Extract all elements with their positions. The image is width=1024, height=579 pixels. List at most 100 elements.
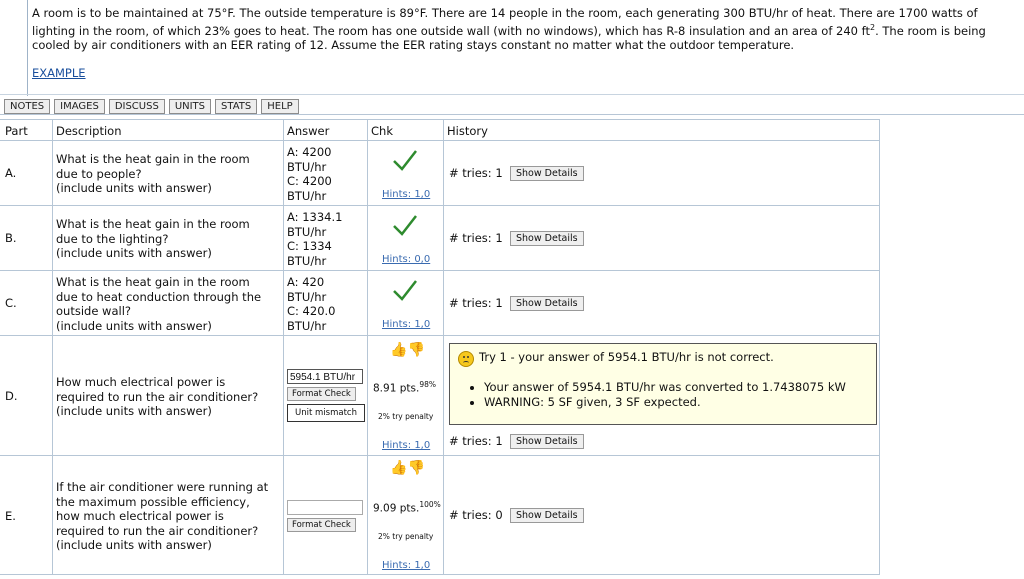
tries-count: # tries: 1 [449, 434, 503, 448]
table-border [367, 119, 368, 574]
part-label: E. [5, 509, 16, 523]
checkmark-icon [393, 215, 417, 236]
show-details-button[interactable]: Show Details [510, 434, 584, 449]
table-border [0, 205, 880, 206]
tab-divider [0, 114, 1024, 115]
format-check-button[interactable]: Format Check [287, 518, 356, 532]
problem-text-1: A room is to be maintained at 75°F. The … [32, 6, 978, 38]
answer-line: BTU/hr [287, 318, 327, 333]
feedback-title: Try 1 - your answer of 5954.1 BTU/hr is … [479, 350, 774, 364]
table-border [0, 455, 880, 456]
table-border [0, 119, 880, 120]
description-line: (include units with answer) [56, 181, 212, 195]
show-details-button[interactable]: Show Details [510, 231, 584, 246]
description-line: how much electrical power is [56, 509, 224, 523]
tries-count: # tries: 1 [449, 166, 503, 180]
description-line: due to heat conduction through the [56, 289, 262, 304]
tab-bar: NOTES IMAGES DISCUSS UNITS STATS HELP [4, 99, 299, 114]
header-history: History [447, 124, 488, 138]
rating-icons: 👍👎 [390, 460, 425, 476]
header-answer: Answer [287, 124, 330, 138]
feedback-box: Try 1 - your answer of 5954.1 BTU/hr is … [449, 343, 877, 425]
show-details-button[interactable]: Show Details [510, 166, 584, 181]
answer-input[interactable] [287, 500, 363, 515]
question-description: How much electrical power is required to… [56, 375, 280, 419]
hints-link[interactable]: Hints: 1,0 [382, 560, 430, 571]
feedback-item: Your answer of 5954.1 BTU/hr was convert… [484, 380, 846, 395]
try-penalty: 2% try penalty [378, 532, 434, 541]
answer-line: A: 4200 [287, 145, 332, 159]
header-description: Description [56, 124, 122, 138]
description-line: outside wall? [56, 304, 131, 318]
unit-mismatch-message: Unit mismatch [287, 404, 365, 422]
answer-line: BTU/hr [287, 289, 327, 304]
feedback-list: Your answer of 5954.1 BTU/hr was convert… [468, 380, 846, 410]
answer-line: C: 420.0 [287, 304, 336, 318]
points-value: 9.09 pts.100% [373, 500, 441, 515]
problem-statement: A room is to be maintained at 75°F. The … [32, 6, 1022, 52]
hints-link[interactable]: Hints: 1,0 [382, 440, 430, 451]
description-line: How much electrical power is [56, 375, 226, 389]
thumbs-up-icon[interactable]: 👍 [390, 342, 407, 358]
thumbs-down-icon[interactable]: 👎 [407, 342, 424, 358]
show-details-button[interactable]: Show Details [510, 508, 584, 523]
submitted-answer: A: 1334.1 BTU/hr C: 1334 BTU/hr [287, 210, 367, 268]
header-part: Part [5, 124, 28, 138]
tab-images[interactable]: IMAGES [54, 99, 105, 114]
points-value: 8.91 pts.98% [373, 380, 436, 395]
tries-count: # tries: 1 [449, 296, 503, 310]
description-line: (include units with answer) [56, 318, 212, 333]
answer-line: BTU/hr [287, 224, 327, 239]
table-border [0, 140, 880, 141]
points-text: 9.09 pts. [373, 502, 420, 515]
answer-line: C: 1334 [287, 239, 332, 253]
feedback-item: WARNING: 5 SF given, 3 SF expected. [484, 395, 846, 410]
description-line: What is the heat gain in the room [56, 275, 250, 289]
tab-help[interactable]: HELP [261, 99, 299, 114]
tab-stats[interactable]: STATS [215, 99, 258, 114]
table-border [0, 270, 880, 271]
question-description: If the air conditioner were running at t… [56, 480, 280, 553]
question-description: What is the heat gain in the room due to… [56, 217, 280, 261]
tab-notes[interactable]: NOTES [4, 99, 51, 114]
table-border [0, 574, 880, 575]
try-penalty: 2% try penalty [378, 412, 434, 421]
submitted-answer: A: 4200 BTU/hr C: 4200 BTU/hr [287, 145, 367, 203]
example-link[interactable]: EXAMPLE [32, 66, 86, 80]
format-check-button[interactable]: Format Check [287, 387, 356, 401]
answer-line: BTU/hr [287, 188, 327, 203]
checkmark-icon [393, 280, 417, 301]
part-label: A. [5, 166, 17, 180]
description-line: the maximum possible efficiency, [56, 494, 250, 509]
part-label: D. [5, 389, 18, 403]
sad-face-icon [458, 351, 474, 367]
answer-line: BTU/hr [287, 159, 327, 174]
tab-discuss[interactable]: DISCUSS [108, 99, 165, 114]
description-line: (include units with answer) [56, 246, 212, 260]
answer-input[interactable]: 5954.1 BTU/hr [287, 369, 363, 384]
table-border [283, 119, 284, 574]
table-border [0, 335, 880, 336]
header-chk: Chk [371, 124, 393, 138]
answer-line: BTU/hr [287, 253, 327, 268]
show-details-button[interactable]: Show Details [510, 296, 584, 311]
description-line: (include units with answer) [56, 538, 212, 552]
checkmark-icon [393, 150, 417, 171]
answer-line: A: 420 [287, 275, 325, 289]
tab-units[interactable]: UNITS [168, 99, 212, 114]
part-label: B. [5, 231, 17, 245]
table-border [443, 119, 444, 574]
submitted-answer: A: 420 BTU/hr C: 420.0 BTU/hr [287, 275, 367, 333]
thumbs-down-icon[interactable]: 👎 [407, 460, 424, 476]
table-border [879, 119, 880, 574]
table-border [52, 119, 53, 574]
rating-icons: 👍👎 [390, 342, 425, 358]
tries-count: # tries: 0 [449, 508, 503, 522]
hints-link[interactable]: Hints: 0,0 [382, 254, 430, 265]
points-percent: 98% [419, 380, 436, 389]
question-description: What is the heat gain in the room due to… [56, 275, 280, 333]
hints-link[interactable]: Hints: 1,0 [382, 319, 430, 330]
thumbs-up-icon[interactable]: 👍 [390, 460, 407, 476]
description-line: If the air conditioner were running at [56, 480, 269, 494]
hints-link[interactable]: Hints: 1,0 [382, 189, 430, 200]
